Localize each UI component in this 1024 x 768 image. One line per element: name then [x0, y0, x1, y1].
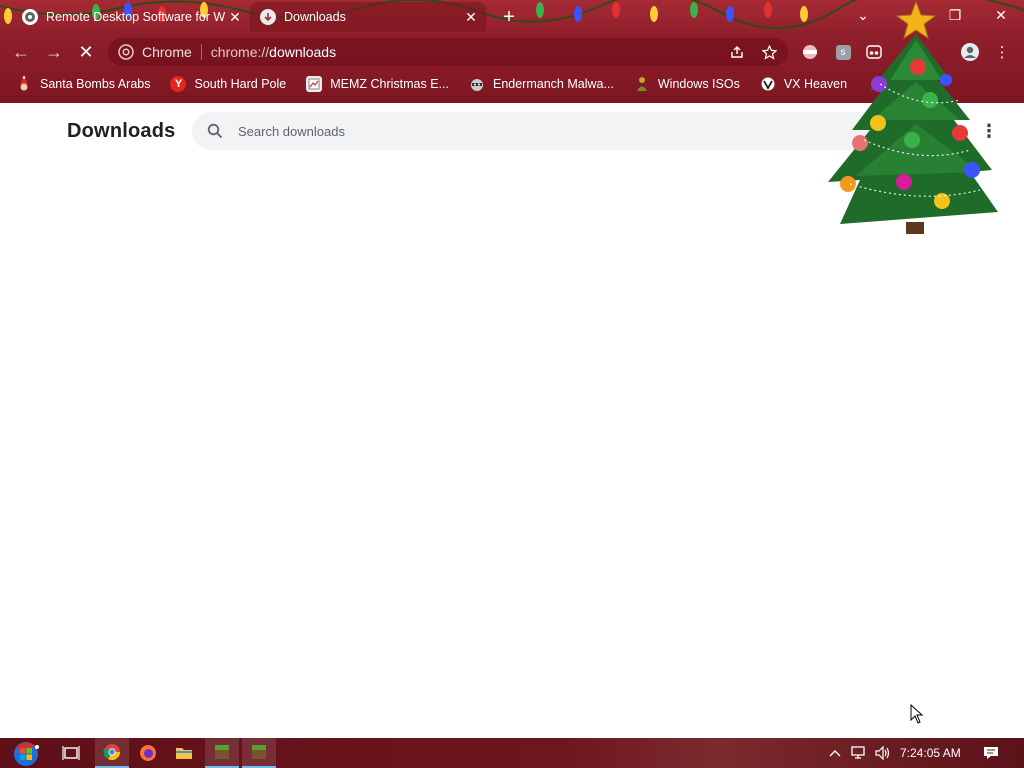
download-icon	[260, 9, 276, 25]
bookmark-windows-isos[interactable]: Windows ISOs	[630, 72, 744, 96]
search-icon	[206, 122, 224, 140]
close-tab-icon[interactable]: ✕	[462, 8, 480, 26]
tab-title: Remote Desktop Software for W	[46, 10, 226, 24]
bookmark-star-icon[interactable]	[758, 44, 780, 60]
stop-loading-button[interactable]: ✕	[73, 39, 99, 65]
vx-heaven-icon	[760, 76, 776, 92]
santa-icon	[16, 76, 32, 92]
back-button[interactable]: ←	[8, 39, 34, 65]
chrome-icon	[118, 44, 134, 60]
bookmark-label: Endermanch Malwa...	[492, 77, 614, 91]
bookmark-label: MEMZ Christmas E...	[330, 77, 449, 91]
memz-icon	[306, 76, 323, 92]
divider	[200, 44, 202, 60]
tab-title: Downloads	[284, 10, 346, 24]
browser-window: Remote Desktop Software for W ✕ Download…	[0, 0, 1024, 768]
taskbar-firefox[interactable]	[131, 738, 165, 768]
start-button[interactable]	[6, 738, 46, 768]
mouse-cursor	[910, 704, 924, 724]
task-view-icon	[62, 746, 80, 760]
windows-start-icon	[14, 742, 39, 766]
share-icon[interactable]	[726, 45, 748, 59]
bookmark-south-hard-pole[interactable]: Y South Hard Pole	[166, 72, 290, 96]
network-icon[interactable]	[849, 738, 869, 768]
clock[interactable]: 7:24:05 AM	[900, 738, 961, 768]
address-bar[interactable]: Chrome chrome://downloads	[108, 38, 788, 66]
raccoon-icon	[469, 76, 485, 92]
url-path: downloads	[269, 44, 337, 60]
forward-button[interactable]: →	[41, 39, 67, 65]
new-tab-button[interactable]: +	[497, 6, 521, 28]
chrome-icon	[103, 744, 121, 761]
yandex-icon: Y	[170, 76, 187, 92]
site-info-chip[interactable]: Chrome	[108, 38, 192, 66]
bookmark-memz-christmas[interactable]: MEMZ Christmas E...	[302, 72, 453, 96]
task-view-button[interactable]	[54, 738, 88, 768]
christmas-tree-decoration	[828, 0, 998, 234]
taskbar: 7:24:05 AM	[0, 738, 1024, 768]
url-scheme: chrome://	[210, 44, 270, 60]
bookmark-label: South Hard Pole	[194, 77, 287, 91]
url-text: chrome://downloads	[211, 44, 336, 60]
tab-downloads[interactable]: Downloads ✕	[250, 2, 486, 32]
site-label: Chrome	[142, 44, 192, 60]
bookmark-label: Windows ISOs	[657, 77, 740, 91]
action-center-icon[interactable]	[980, 738, 1002, 768]
tab-remote-desktop[interactable]: Remote Desktop Software for W ✕	[12, 2, 250, 32]
figure-icon	[634, 76, 650, 92]
bookmark-endermanch-malware[interactable]: Endermanch Malwa...	[465, 72, 618, 96]
folder-icon	[176, 748, 192, 759]
page-title: Downloads	[67, 120, 176, 142]
volume-icon[interactable]	[873, 738, 893, 768]
minecraft-grass-block-icon	[215, 745, 229, 759]
show-hidden-icons-chevron[interactable]	[826, 738, 844, 768]
bookmark-santa-bombs-arabs[interactable]: Santa Bombs Arabs	[12, 72, 154, 96]
chrome-remote-desktop-icon	[22, 9, 38, 25]
extension-flag-icon[interactable]	[799, 41, 821, 63]
taskbar-minecraft-2[interactable]	[242, 738, 276, 768]
search-box[interactable]	[192, 112, 892, 150]
search-input[interactable]	[236, 122, 800, 140]
close-tab-icon[interactable]: ✕	[226, 8, 244, 26]
taskbar-chrome[interactable]	[95, 738, 129, 768]
taskbar-minecraft-1[interactable]	[205, 738, 239, 768]
firefox-icon	[140, 745, 156, 761]
taskbar-file-explorer[interactable]	[167, 738, 201, 768]
bookmark-label: Santa Bombs Arabs	[40, 77, 151, 91]
minecraft-grass-block-icon	[252, 745, 266, 759]
